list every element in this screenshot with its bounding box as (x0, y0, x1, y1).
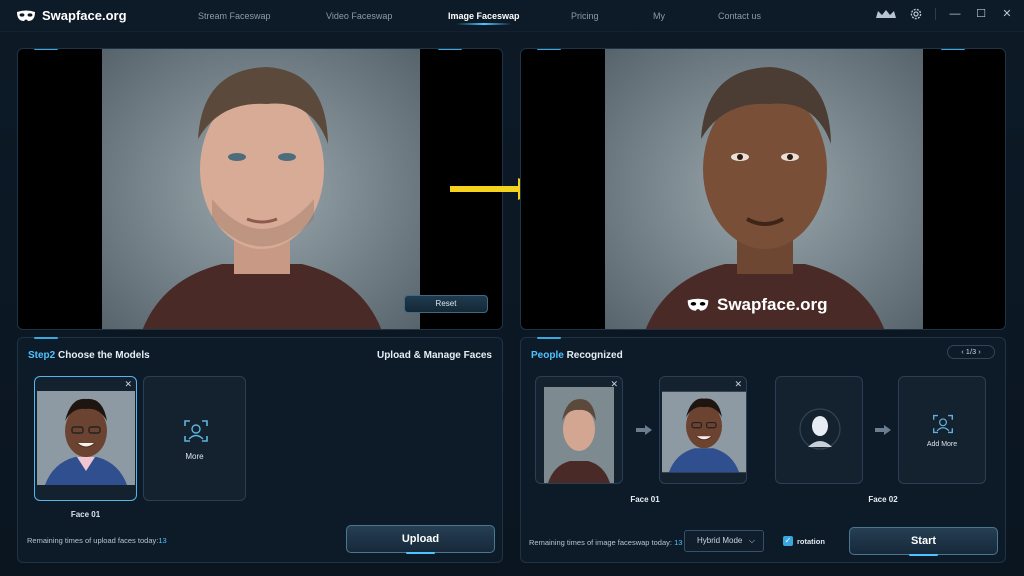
maximize-icon[interactable]: ☐ (974, 7, 988, 21)
nav-my[interactable]: My (653, 0, 665, 32)
face-scan-icon (184, 420, 208, 442)
people-title: People Recognized (531, 350, 623, 361)
face-pair-01-label: Face 01 (630, 495, 660, 504)
panel-corner-tick (941, 49, 965, 50)
mask-logo-icon (17, 10, 35, 21)
face-scan-icon (933, 414, 953, 434)
remove-model-icon[interactable]: ✕ (124, 379, 132, 390)
vip-crown-icon[interactable] (875, 8, 897, 20)
target-face-01-card[interactable]: ✕ (659, 376, 747, 484)
panel-corner-tick (438, 49, 462, 50)
step-title-text: Choose the Models (58, 350, 150, 361)
chevron-down-icon: ⌵ (748, 536, 755, 545)
faceswap-remaining-count: 13 (674, 538, 683, 547)
nav-video-faceswap[interactable]: Video Faceswap (326, 0, 392, 32)
remove-target-face-icon[interactable]: ✕ (734, 379, 742, 390)
panel-corner-tick (34, 49, 58, 50)
person-placeholder-icon (799, 408, 841, 450)
upload-button[interactable]: Upload (346, 525, 495, 554)
mask-logo-icon (687, 298, 709, 311)
result-portrait-image (605, 49, 923, 329)
nav-stream-faceswap[interactable]: Stream Faceswap (198, 0, 271, 32)
people-recognized-panel: People Recognized ‹ 1/3 › ✕ ✕ Face 01 Ad… (520, 337, 1006, 563)
window-controls: — ☐ ✕ (875, 7, 1014, 21)
app-title: Swapface.org (42, 8, 127, 23)
detected-face-02-card[interactable] (775, 376, 863, 484)
faceswap-remaining-text: Remaining times of image faceswap today:… (529, 538, 682, 547)
model-card-label: Face 01 (70, 510, 101, 519)
close-icon[interactable]: ✕ (1000, 7, 1014, 21)
brand[interactable]: Swapface.org (16, 8, 127, 23)
add-more-face-card[interactable]: Add More (898, 376, 986, 484)
add-more-label: Add More (926, 441, 958, 448)
swap-small-arrow-icon (636, 425, 652, 435)
source-image-viewer[interactable]: Reset (17, 48, 503, 330)
detected-face-01-card[interactable]: ✕ (535, 376, 623, 484)
more-models-label: More (185, 452, 204, 461)
mode-select[interactable]: Hybrid Mode ⌵ (684, 530, 764, 552)
start-button[interactable]: Start (849, 527, 998, 556)
rotation-label: rotation (797, 537, 825, 546)
reset-button[interactable]: Reset (404, 295, 488, 313)
page-pager[interactable]: ‹ 1/3 › (947, 345, 995, 359)
face-pair-02-label: Face 02 (868, 495, 898, 504)
choose-models-panel: Step2 Choose the Models Upload & Manage … (17, 337, 503, 563)
result-image-viewer[interactable]: Swapface.org (520, 48, 1006, 330)
swap-small-arrow-icon (875, 425, 891, 435)
source-portrait-image (102, 49, 420, 329)
model-card-face-01[interactable]: ✕ Face 01 (34, 376, 137, 519)
people-title-highlight: People (531, 350, 564, 361)
more-models-card[interactable]: More (143, 376, 246, 501)
upload-remaining-count: 13 (158, 536, 167, 545)
step-title: Step2 Choose the Models (28, 350, 150, 361)
target-face-01-image (662, 391, 746, 473)
app-window: Swapface.org Stream Faceswap Video Faces… (0, 0, 1024, 576)
mode-select-value: Hybrid Mode (697, 536, 743, 545)
model-face-01-image (37, 391, 135, 485)
step-number: Step2 (28, 350, 56, 361)
people-title-text: Recognized (566, 350, 623, 361)
panel-corner-tick (537, 49, 561, 50)
minimize-icon[interactable]: — (948, 7, 962, 21)
divider (935, 8, 936, 20)
settings-gear-icon[interactable] (909, 7, 923, 21)
watermark-text: Swapface.org (717, 295, 828, 314)
rotation-checkbox[interactable]: ✓ (783, 536, 793, 546)
detected-face-01-image (544, 387, 614, 483)
nav-pricing[interactable]: Pricing (571, 0, 599, 32)
nav-contact-us[interactable]: Contact us (718, 0, 761, 32)
panel-corner-tick (34, 337, 58, 339)
page-indicator: 1/3 (965, 347, 977, 356)
faceswap-remaining-label: Remaining times of image faceswap today: (529, 538, 672, 547)
panel-corner-tick (537, 337, 561, 339)
upload-remaining-text: Remaining times of upload faces today:13 (27, 536, 167, 545)
manage-faces-title[interactable]: Upload & Manage Faces (377, 350, 492, 361)
nav-image-faceswap[interactable]: Image Faceswap (448, 0, 520, 32)
watermark: Swapface.org (685, 295, 828, 315)
upload-remaining-label: Remaining times of upload faces today: (27, 536, 159, 545)
top-bar: Swapface.org Stream Faceswap Video Faces… (0, 0, 1024, 32)
